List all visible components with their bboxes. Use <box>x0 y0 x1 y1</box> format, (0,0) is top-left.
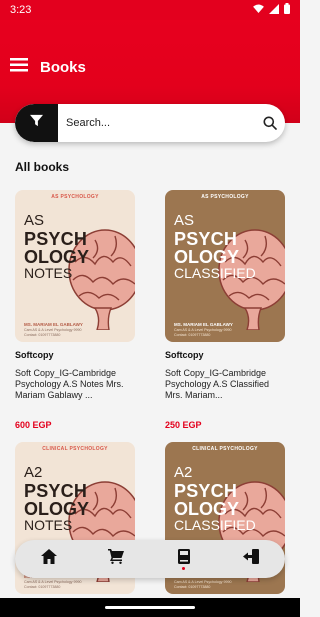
cover-line-title-2: OLOGY <box>174 247 240 267</box>
wifi-icon <box>253 4 264 16</box>
cover-author: MS. MARIAM EL GABLAWY <box>24 322 83 327</box>
cover-category: CLINICAL PSYCHOLOGY <box>42 446 108 452</box>
cover-contact: Contact: 01097773880 <box>24 585 61 589</box>
cover-line-level: A2 <box>174 464 193 481</box>
cover-subtitle: Cam AS & A Level Psychology 9990 <box>174 580 232 584</box>
logout-icon <box>243 549 260 569</box>
search-icon[interactable] <box>255 116 285 130</box>
book-format: Softcopy <box>15 350 54 360</box>
bottom-nav <box>15 540 285 578</box>
cover-subtitle: Cam AS & A Level Psychology 9990 <box>24 580 82 584</box>
nav-cart[interactable] <box>96 540 136 578</box>
cover-line-title-1: PSYCH <box>174 481 238 501</box>
cover-line-title-1: PSYCH <box>24 481 88 501</box>
cover-category: AS PSYCHOLOGY <box>51 194 99 200</box>
search-input[interactable]: Search... <box>58 117 255 129</box>
app-bar: Books <box>10 58 86 77</box>
menu-icon[interactable] <box>10 58 28 77</box>
status-time: 3:23 <box>10 4 32 16</box>
book-description: Soft Copy_IG-Cambridge Psychology A.S No… <box>15 368 124 400</box>
cover-subtitle: Cam AS & A Level Psychology 9990 <box>24 328 82 332</box>
cover-category: AS PSYCHOLOGY <box>201 194 249 200</box>
cover-contact: Contact: 01097773880 <box>174 333 211 337</box>
active-indicator <box>182 567 186 570</box>
cart-icon <box>108 549 125 569</box>
signal-icon <box>269 3 279 17</box>
filter-button[interactable] <box>15 104 58 142</box>
page-title: Books <box>40 59 86 76</box>
nav-home[interactable] <box>29 540 69 578</box>
cover-contact: Contact: 01097773880 <box>24 333 61 337</box>
nav-books[interactable] <box>164 540 204 578</box>
cover-subtitle: Cam AS & A Level Psychology 9990 <box>174 328 232 332</box>
cover-contact: Contact: 01097773880 <box>174 585 211 589</box>
home-icon <box>40 549 57 569</box>
gesture-handle[interactable] <box>105 606 195 609</box>
cover-line-level: AS <box>24 212 45 229</box>
cover-line-level: AS <box>174 212 195 229</box>
book-card[interactable]: AS PSYCHOLOGY AS PSYCH OLOGY NOTES MS. M… <box>15 190 135 430</box>
cover-line-type: NOTES <box>24 265 73 281</box>
book-description: Soft Copy_IG-Cambridge Psychology A.S Cl… <box>165 368 270 400</box>
cover-line-title-2: OLOGY <box>174 499 240 519</box>
cover-category: CLINICAL PSYCHOLOGY <box>192 446 258 452</box>
cover-line-title-2: OLOGY <box>24 247 90 267</box>
status-icons <box>253 3 290 17</box>
section-title: All books <box>15 160 70 174</box>
nav-logout[interactable] <box>231 540 271 578</box>
cover-line-type: NOTES <box>24 517 73 533</box>
book-card[interactable]: AS PSYCHOLOGY AS PSYCH OLOGY CLASSIFIED … <box>165 190 285 430</box>
cover-line-title-2: OLOGY <box>24 499 90 519</box>
book-format: Softcopy <box>165 350 204 360</box>
cover-line-level: A2 <box>24 464 43 481</box>
filter-icon <box>30 114 43 132</box>
cover-line-type: CLASSIFIED <box>174 265 256 281</box>
cover-author: MS. MARIAM EL GABLAWY <box>174 322 233 327</box>
book-icon <box>177 549 190 569</box>
status-bar: 3:23 <box>0 0 300 20</box>
cover-line-type: CLASSIFIED <box>174 517 256 533</box>
book-cover[interactable]: AS PSYCHOLOGY AS PSYCH OLOGY CLASSIFIED … <box>165 190 285 342</box>
battery-icon <box>284 3 290 17</box>
system-nav-bar <box>0 598 300 617</box>
book-price: 600 EGP <box>15 420 52 430</box>
search-bar: Search... <box>15 104 285 142</box>
cover-line-title-1: PSYCH <box>24 229 88 249</box>
book-price: 250 EGP <box>165 420 202 430</box>
cover-line-title-1: PSYCH <box>174 229 238 249</box>
book-cover[interactable]: AS PSYCHOLOGY AS PSYCH OLOGY NOTES MS. M… <box>15 190 135 342</box>
